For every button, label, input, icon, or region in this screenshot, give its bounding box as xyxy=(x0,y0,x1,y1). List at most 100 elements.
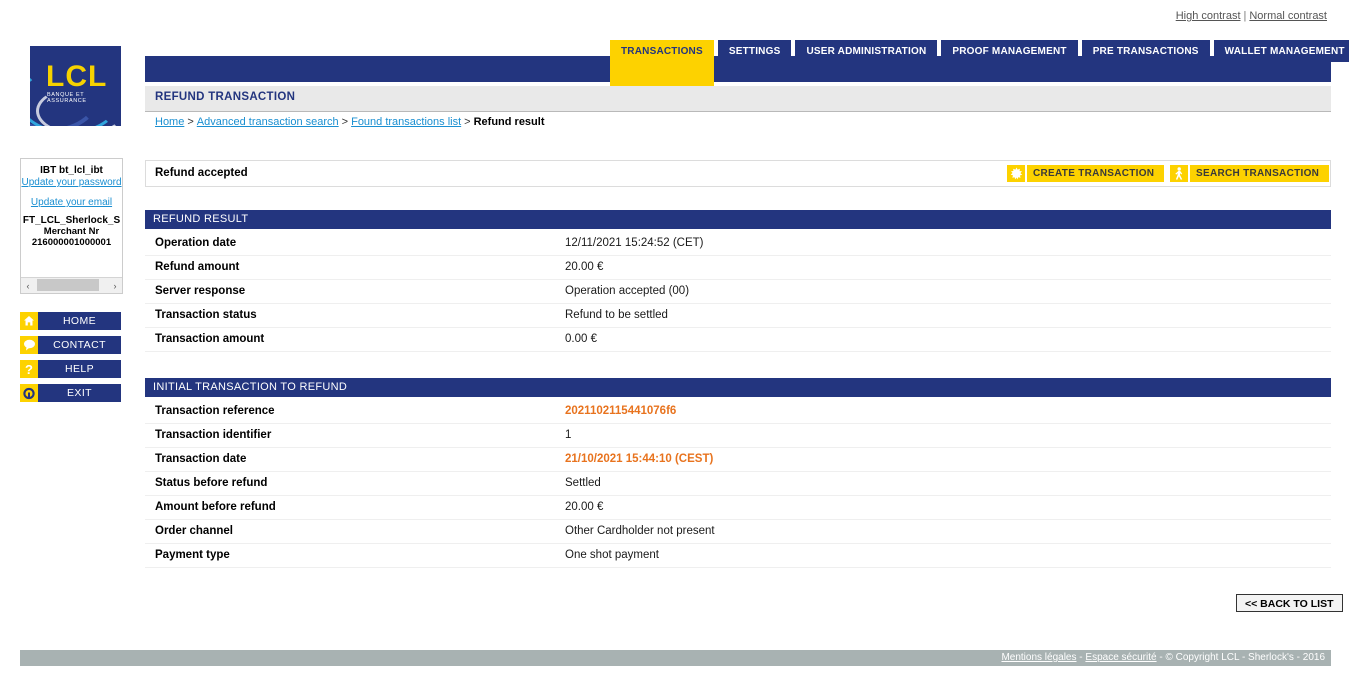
power-icon xyxy=(20,384,38,402)
table-row: Order channel Other Cardholder not prese… xyxy=(145,520,1331,544)
footer-separator-1: - xyxy=(1079,652,1083,663)
update-password-link[interactable]: Update your password xyxy=(21,177,122,189)
tab-proof-management[interactable]: PROOF MANAGEMENT xyxy=(941,40,1078,62)
tab-wallet-management[interactable]: WALLET MANAGEMENT xyxy=(1213,40,1349,62)
row-value: 21/10/2021 15:44:10 (CEST) xyxy=(565,453,714,465)
sidebar-item-contact[interactable]: CONTACT xyxy=(20,336,121,354)
scroll-left-button[interactable]: ‹ xyxy=(21,278,35,293)
row-value: Refund to be settled xyxy=(565,309,668,321)
search-transaction-label: SEARCH TRANSACTION xyxy=(1188,165,1329,182)
row-key: Server response xyxy=(155,285,246,297)
speech-bubble-icon xyxy=(20,336,38,354)
tab-transactions-label: TRANSACTIONS xyxy=(621,46,703,57)
table-row: Payment type One shot payment xyxy=(145,544,1331,568)
row-key: Amount before refund xyxy=(155,501,276,513)
row-key: Transaction status xyxy=(155,309,257,321)
tab-settings-label: SETTINGS xyxy=(728,45,781,57)
tab-settings[interactable]: SETTINGS xyxy=(717,40,792,62)
table-row: Operation date 12/11/2021 15:24:52 (CET) xyxy=(145,232,1331,256)
userbox-scrollbar[interactable]: ‹ › xyxy=(21,277,122,293)
table-row: Transaction status Refund to be settled xyxy=(145,304,1331,328)
main-tabs: TRANSACTIONS SETTINGS USER ADMINISTRATIO… xyxy=(610,40,1349,88)
table-row: Refund amount 20.00 € xyxy=(145,256,1331,280)
tab-pre-transactions[interactable]: PRE TRANSACTIONS xyxy=(1081,40,1210,62)
row-value: Other Cardholder not present xyxy=(565,525,715,537)
tab-wallet-management-label: WALLET MANAGEMENT xyxy=(1224,45,1345,57)
user-id: IBT bt_lcl_ibt xyxy=(40,165,103,176)
page-title-bar: REFUND TRANSACTION xyxy=(145,86,1331,112)
search-transaction-button[interactable]: SEARCH TRANSACTION xyxy=(1170,165,1330,182)
merchant-label: Merchant Nr xyxy=(43,226,100,237)
tab-user-administration[interactable]: USER ADMINISTRATION xyxy=(795,40,938,62)
question-mark-icon: ? xyxy=(20,360,38,378)
row-key: Order channel xyxy=(155,525,233,537)
back-to-list-button[interactable]: << BACK TO LIST xyxy=(1236,594,1343,612)
sidebar-item-contact-label: CONTACT xyxy=(38,336,121,354)
row-value: 2021102115441076f6 xyxy=(565,405,677,417)
tab-transactions[interactable]: TRANSACTIONS xyxy=(610,40,714,88)
lcl-logo[interactable]: LCL BANQUE ET ASSURANCE xyxy=(30,46,121,126)
refund-result-heading: REFUND RESULT xyxy=(153,213,249,225)
row-value: Settled xyxy=(565,477,601,489)
breadcrumb-home[interactable]: Home xyxy=(155,116,184,128)
contrast-switcher: High contrast | Normal contrast xyxy=(1176,10,1327,22)
scroll-right-button[interactable]: › xyxy=(108,278,122,293)
breadcrumb-current: Refund result xyxy=(473,116,545,128)
logo-wordmark: LCL xyxy=(46,60,108,93)
scrollbar-track[interactable] xyxy=(35,278,108,293)
breadcrumb-separator-1: > xyxy=(187,116,194,128)
row-key: Operation date xyxy=(155,237,237,249)
sidebar-item-exit[interactable]: EXIT xyxy=(20,384,121,402)
row-key: Transaction identifier xyxy=(155,429,272,441)
normal-contrast-link[interactable]: Normal contrast xyxy=(1249,10,1327,22)
row-key: Refund amount xyxy=(155,261,240,273)
create-transaction-button[interactable]: CREATE TRANSACTION xyxy=(1007,165,1165,182)
refund-result-table: Operation date 12/11/2021 15:24:52 (CET)… xyxy=(145,232,1331,352)
sidebar-item-help[interactable]: ? HELP xyxy=(20,360,121,378)
starburst-icon xyxy=(1007,165,1025,182)
page-root: High contrast | Normal contrast LCL BANQUE… xyxy=(0,0,1349,675)
row-value: 20.00 € xyxy=(565,501,604,513)
table-row: Transaction amount 0.00 € xyxy=(145,328,1331,352)
user-info-box: IBT bt_lcl_ibt Update your password Upda… xyxy=(20,158,123,294)
create-transaction-label: CREATE TRANSACTION xyxy=(1025,165,1164,182)
sidebar-nav: HOME CONTACT ? HELP EXIT xyxy=(20,312,121,408)
row-value: Operation accepted (00) xyxy=(565,285,690,297)
footer-copyright: © Copyright LCL - Sherlock's - 2016 xyxy=(1165,652,1325,663)
row-key: Payment type xyxy=(155,549,230,561)
table-row: Transaction reference 2021102115441076f6 xyxy=(145,400,1331,424)
sidebar-item-home[interactable]: HOME xyxy=(20,312,121,330)
breadcrumb-separator-2: > xyxy=(341,116,349,128)
row-value: 0.00 € xyxy=(565,333,597,345)
breadcrumb-advanced-search[interactable]: Advanced transaction search xyxy=(197,116,339,128)
breadcrumb: Home > Advanced transaction search > Found t… xyxy=(155,116,545,128)
row-value: One shot payment xyxy=(565,549,659,561)
table-row: Server response Operation accepted (00) xyxy=(145,280,1331,304)
footer-separator-2: - xyxy=(1159,652,1163,663)
sidebar-item-exit-label: EXIT xyxy=(38,384,121,402)
merchant-number: 216000001000001 xyxy=(31,237,112,248)
footer: Mentions légales - Espace sécurité - © C… xyxy=(20,650,1331,666)
svg-text:?: ? xyxy=(25,362,33,376)
tab-user-administration-label: USER ADMINISTRATION xyxy=(806,45,927,57)
footer-legal-link[interactable]: Mentions légales xyxy=(1001,652,1076,663)
high-contrast-link[interactable]: High contrast xyxy=(1176,10,1241,22)
update-email-link[interactable]: Update your email xyxy=(21,197,122,209)
merchant-info: FT_LCL_Sherlock_S Merchant Nr 2160000010… xyxy=(21,215,122,248)
footer-security-link[interactable]: Espace sécurité xyxy=(1085,652,1156,663)
sidebar-item-help-label: HELP xyxy=(38,360,121,378)
initial-transaction-heading: INITIAL TRANSACTION TO REFUND xyxy=(153,381,348,393)
table-row: Status before refund Settled xyxy=(145,472,1331,496)
table-row: Transaction identifier 1 xyxy=(145,424,1331,448)
row-key: Transaction amount xyxy=(155,333,265,345)
page-title: REFUND TRANSACTION xyxy=(155,91,296,103)
initial-transaction-table: Transaction reference 2021102115441076f6… xyxy=(145,400,1331,568)
row-value: 12/11/2021 15:24:52 (CET) xyxy=(565,237,704,249)
footer-text: Mentions légales - Espace sécurité - © C… xyxy=(1001,652,1325,663)
row-value: 1 xyxy=(565,429,572,441)
breadcrumb-found-list[interactable]: Found transactions list xyxy=(351,116,461,128)
home-icon xyxy=(20,312,38,330)
row-key: Transaction reference xyxy=(155,405,275,417)
tab-pre-transactions-label: PRE TRANSACTIONS xyxy=(1092,45,1199,57)
scrollbar-thumb[interactable] xyxy=(37,279,99,291)
